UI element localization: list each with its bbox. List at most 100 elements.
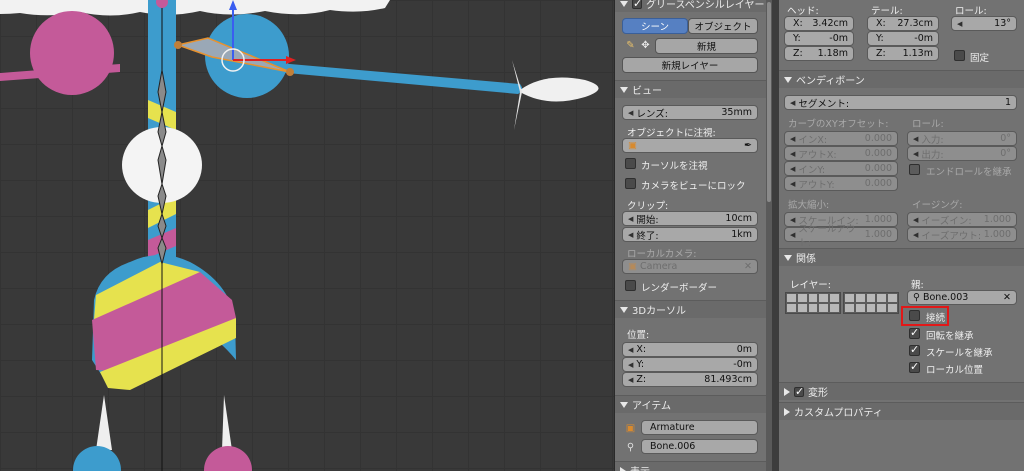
armature-object-icon: ▣ [625, 423, 636, 434]
display-header[interactable]: 表示 [615, 461, 766, 471]
scrollbar-thumb[interactable] [767, 2, 771, 202]
inherit-scale-checkbox[interactable] [909, 343, 920, 356]
hand-fin [512, 60, 522, 130]
head-z-field[interactable]: Z: 1.18m [784, 46, 854, 61]
left-foot [73, 446, 121, 471]
camera-icon: ▣ [628, 261, 637, 272]
head-x-field[interactable]: X: 3.42cm [784, 16, 854, 31]
grease-pencil-checkbox[interactable] [632, 0, 642, 10]
scale-out-field[interactable]: ◀ スケールアウト: 1.000 [784, 224, 898, 249]
custom-properties-section: カスタムプロパティ [779, 402, 1024, 422]
collapse-icon [784, 387, 790, 396]
head-y-field[interactable]: Y: -0m [784, 31, 854, 46]
roll-field[interactable]: ◀ 13° [951, 16, 1017, 31]
parent-label: 親: [911, 280, 924, 291]
ease-in-field[interactable]: ◀ イーズイン: 1.000 [907, 212, 1017, 227]
cursor-z-field[interactable]: ◀ Z: 81.493cm [622, 372, 758, 387]
properties-sidebar: グリースペンシルレイヤー シーン オブジェクト ✎ ✥ 新規 新規レイヤー ビュ… [614, 0, 766, 471]
section-title: ビュー [632, 86, 662, 97]
collapse-icon [620, 466, 626, 471]
relations-header[interactable]: 関係 [779, 248, 1024, 266]
bone-name-field[interactable]: Bone.006 [641, 439, 758, 454]
deform-header[interactable]: 変形 [779, 382, 1024, 400]
inherit-rotation-checkbox[interactable] [909, 326, 920, 339]
bone-properties-panel: ヘッド: X: 3.42cm Y: -0m Z: 1.18m テール: X: 27.3c… [779, 0, 1024, 471]
roll-out-field[interactable]: ◀ 出力: 0° [907, 146, 1017, 161]
clip-end-field[interactable]: ◀ 終了: 1km [622, 227, 758, 242]
scale-label: 拡大縮小: [788, 200, 830, 211]
3d-viewport[interactable] [0, 0, 614, 471]
view-section: ビュー ◀ レンズ: 35mm オブジェクトに注視: ▣ ✒ カーソルを注視 カメラを… [615, 80, 766, 295]
bendy-bones-header[interactable]: ベンディボーン [779, 70, 1024, 88]
item-header[interactable]: アイテム [615, 395, 766, 413]
transform-section: ヘッド: X: 3.42cm Y: -0m Z: 1.18m テール: X: 27.3c… [779, 0, 1024, 68]
eyedropper-icon[interactable]: ✒ [744, 140, 752, 151]
relations-section: 関係 レイヤー: 親: ⚲Bone.003✕ 接続 回転を継承 スケールを継承 … [779, 248, 1024, 378]
pink-sphere-left [30, 11, 114, 95]
parent-field[interactable]: ⚲ Bone.003 ✕ [907, 290, 1017, 305]
section-title: 関係 [796, 254, 816, 265]
cube-icon: ▣ [628, 140, 637, 151]
clip-start-field[interactable]: ◀ 開始: 10cm [622, 211, 758, 226]
roll-in-field[interactable]: ◀ 入力: 0° [907, 131, 1017, 146]
render-border-checkbox[interactable] [625, 280, 636, 291]
lens-field[interactable]: ◀ レンズ: 35mm [622, 105, 758, 120]
expand-icon [620, 306, 628, 313]
roll-sub-label: ロール: [912, 119, 944, 130]
section-title: アイテム [632, 401, 671, 412]
grease-pencil-header[interactable]: グリースペンシルレイヤー [615, 0, 766, 12]
local-location-checkbox[interactable] [909, 360, 920, 373]
object-name-field[interactable]: Armature [641, 420, 758, 435]
cursor-header[interactable]: 3Dカーソル [615, 300, 766, 318]
bone-layers-grid-left[interactable] [785, 292, 841, 314]
expand-icon [784, 76, 792, 83]
cursor-location-label: 位置: [627, 330, 650, 341]
expand-icon [620, 401, 628, 408]
view-header[interactable]: ビュー [615, 80, 766, 98]
new-gpencil-button[interactable]: 新規 [655, 38, 758, 54]
lock-camera-checkbox[interactable] [625, 178, 636, 189]
tab-scene[interactable]: シーン [622, 18, 688, 34]
clear-icon[interactable]: ✕ [744, 261, 752, 272]
right-foot [204, 446, 252, 471]
out-y-field[interactable]: ◀ アウトY: 0.000 [784, 176, 898, 191]
layers-label: レイヤー: [790, 280, 831, 291]
deform-checkbox[interactable] [794, 385, 804, 398]
lock-cursor-checkbox[interactable] [625, 158, 636, 169]
clear-icon[interactable]: ✕ [1003, 292, 1011, 303]
collapse-icon [784, 407, 790, 416]
section-title: グリースペンシルレイヤー [646, 0, 765, 11]
out-x-field[interactable]: ◀ アウトX: 0.000 [784, 146, 898, 161]
inherit-end-roll-checkbox[interactable] [909, 164, 920, 175]
curve-offset-label: カーブのXYオフセット: [788, 119, 889, 130]
connected-checkbox[interactable] [909, 310, 920, 321]
expand-icon [784, 254, 792, 261]
hand-shape [520, 77, 599, 102]
link-icon: ✥ [641, 40, 650, 51]
tail-z-field[interactable]: Z: 1.13m [867, 46, 939, 61]
in-x-field[interactable]: ◀ インX: 0.000 [784, 131, 898, 146]
tab-object[interactable]: オブジェクト [688, 18, 758, 34]
custom-properties-header[interactable]: カスタムプロパティ [779, 402, 1024, 420]
ease-out-field[interactable]: ◀ イーズアウト: 1.000 [907, 227, 1017, 242]
bone-layers-grid-right[interactable] [843, 292, 899, 314]
tail-y-field[interactable]: Y: -0m [867, 31, 939, 46]
inherit-scale-label: スケールを継承 [926, 348, 993, 359]
bone-icon: ⚲ [626, 442, 635, 453]
cursor-y-field[interactable]: ◀ Y: -0m [622, 357, 758, 372]
tail-x-field[interactable]: X: 27.3cm [867, 16, 939, 31]
local-camera-field[interactable]: ▣ Camera ✕ [622, 259, 758, 274]
new-layer-button[interactable]: 新規レイヤー [622, 57, 758, 73]
in-y-field[interactable]: ◀ インY: 0.000 [784, 161, 898, 176]
lock-checkbox[interactable] [954, 50, 965, 61]
cursor-section: 3Dカーソル 位置: ◀ X: 0m ◀ Y: -0m ◀ Z: 81.493cm [615, 300, 766, 392]
cursor-x-field[interactable]: ◀ X: 0m [622, 342, 758, 357]
lock-object-field[interactable]: ▣ ✒ [622, 138, 758, 153]
segments-field[interactable]: ◀ セグメント: 1 [784, 95, 1017, 110]
ease-label: イージング: [912, 200, 963, 211]
section-title: 変形 [808, 388, 828, 399]
grease-pencil-section: グリースペンシルレイヤー シーン オブジェクト ✎ ✥ 新規 新規レイヤー [615, 0, 766, 74]
expand-icon [620, 0, 628, 7]
region-divider [772, 0, 779, 471]
left-horn [96, 395, 112, 450]
